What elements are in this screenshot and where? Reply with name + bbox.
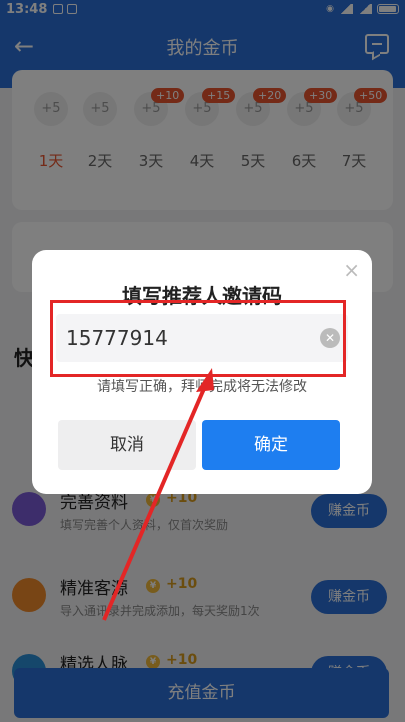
annotation-arrow-icon: [102, 368, 214, 621]
